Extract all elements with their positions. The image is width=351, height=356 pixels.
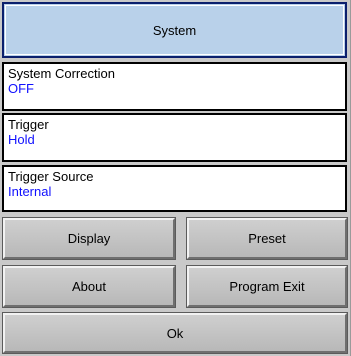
trigger-source-field[interactable]: Trigger Source Internal <box>2 165 347 212</box>
display-button[interactable]: Display <box>2 217 176 260</box>
trigger-field[interactable]: Trigger Hold <box>2 113 347 162</box>
trigger-value: Hold <box>8 132 35 147</box>
trigger-source-value: Internal <box>8 184 52 199</box>
trigger-label: Trigger <box>8 117 49 132</box>
preset-button[interactable]: Preset <box>186 217 348 260</box>
trigger-source-label: Trigger Source <box>8 169 94 184</box>
system-menu-panel: System System Correction OFF Trigger Hol… <box>0 0 351 356</box>
about-button[interactable]: About <box>2 265 176 308</box>
menu-title: System <box>2 2 347 58</box>
ok-button[interactable]: Ok <box>2 312 348 354</box>
system-correction-value: OFF <box>8 81 34 96</box>
system-correction-field[interactable]: System Correction OFF <box>2 62 347 111</box>
system-correction-label: System Correction <box>8 66 115 81</box>
program-exit-button[interactable]: Program Exit <box>186 265 348 308</box>
